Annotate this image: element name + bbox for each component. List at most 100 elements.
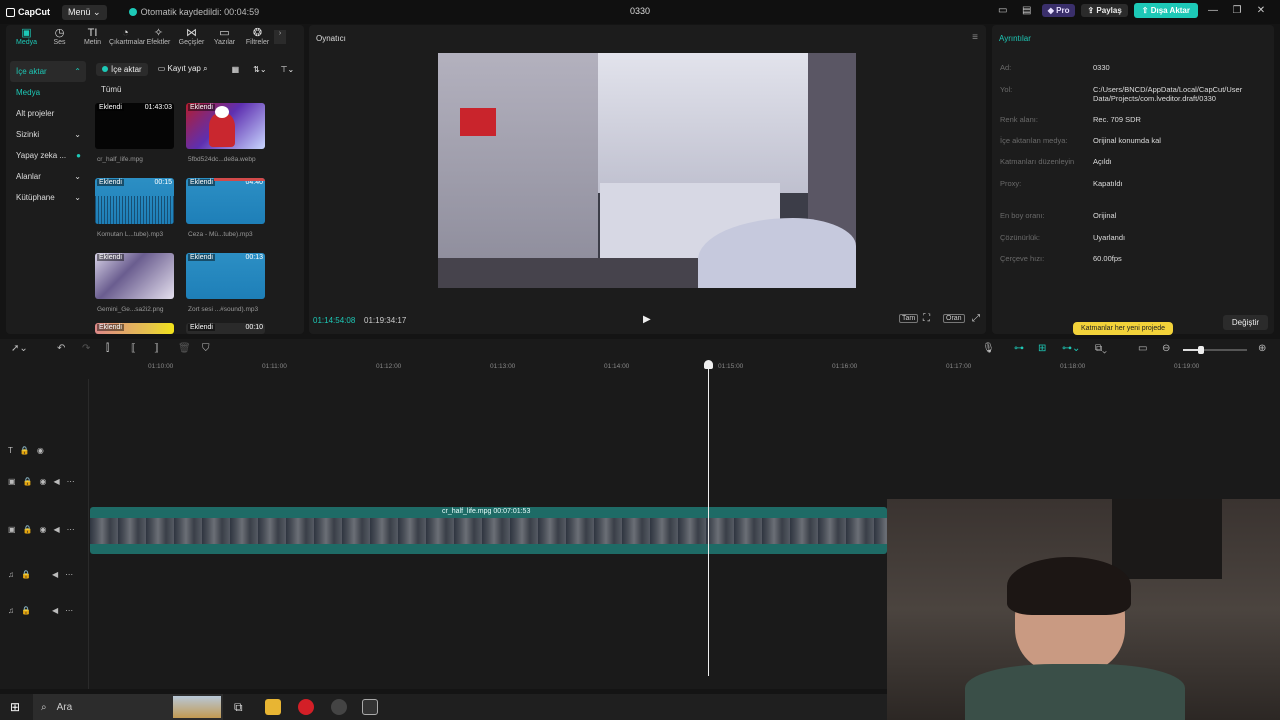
zoom-in-icon[interactable]: ⊕ (1258, 343, 1266, 354)
media-item[interactable]: Eklendi (95, 253, 174, 299)
lock-icon[interactable]: 🔒 (21, 606, 31, 615)
main-track-link-icon[interactable]: ⊶ (1014, 343, 1024, 354)
grid-view-icon[interactable]: ▦ (228, 63, 244, 76)
sidebar-item-subprojects[interactable]: Alt projeler (10, 103, 86, 124)
tab-transitions[interactable]: ⋈ Geçişler (175, 25, 208, 51)
detail-value: Orijinal konumda kal (1093, 136, 1161, 145)
eye-icon[interactable]: ◉ (40, 477, 47, 486)
taskbar-search[interactable]: ⌕ Ara (33, 694, 223, 720)
full-quality-button[interactable]: Tam (899, 314, 919, 323)
speaker-icon[interactable]: ◀ (52, 570, 58, 579)
tab-audio[interactable]: ◷ Ses (43, 25, 76, 51)
windows-start-icon[interactable]: ⊞ (10, 700, 20, 714)
speaker-icon[interactable]: ◀ (54, 477, 60, 486)
task-view-icon[interactable]: ⧉ (234, 700, 243, 715)
menu-button[interactable]: Menü ⌄ (62, 4, 107, 20)
more-icon[interactable]: ⋯ (67, 525, 75, 534)
pro-button[interactable]: ◆ Pro (1041, 4, 1076, 17)
delete-icon[interactable]: 🗑 (178, 343, 191, 354)
select-tool-icon[interactable]: ➚⌄ (11, 343, 28, 354)
speaker-icon[interactable]: ◀ (54, 525, 60, 534)
media-item[interactable]: Eklendi 00:10 (186, 323, 265, 334)
media-item[interactable]: Eklendi (186, 103, 265, 149)
split-left-icon[interactable]: ⟦ (131, 343, 136, 354)
import-button[interactable]: İçe aktar (96, 62, 148, 76)
tab-media[interactable]: ▣ Medya (10, 25, 43, 51)
split-icon[interactable]: ⫿ (106, 343, 109, 354)
sidebar-item-spaces[interactable]: Alanlar ⌄ (10, 166, 86, 187)
added-badge: Eklendi (188, 254, 215, 261)
media-item[interactable]: Eklendi 04:40 (186, 178, 265, 224)
lock-icon[interactable]: 🔒 (23, 477, 33, 486)
linkage-icon[interactable]: ⊶⌄ (1062, 343, 1080, 354)
video-preview[interactable] (438, 53, 856, 288)
layout-icon[interactable]: ▭ (994, 5, 1012, 16)
player-menu-icon[interactable]: ≡ (972, 32, 978, 43)
tab-stickers[interactable]: ◔ Çıkartmalar (109, 25, 145, 51)
sidebar-item-media[interactable]: Medya (10, 82, 86, 103)
undo-icon[interactable]: ↶ (57, 343, 65, 354)
auto-snap-icon[interactable]: ⊞ (1038, 343, 1046, 354)
minimize-icon[interactable]: — (1204, 5, 1222, 16)
restore-icon[interactable]: ❐ (1228, 5, 1246, 16)
more-icon[interactable]: ⋯ (67, 477, 75, 486)
fullscreen-icon[interactable]: ⤢ (972, 313, 980, 324)
change-button[interactable]: Değiştir (1222, 315, 1268, 330)
microphone-icon[interactable]: 🎙 (982, 343, 995, 354)
audio-track-icon: ♫ (8, 606, 14, 615)
redo-icon[interactable]: ↷ (82, 343, 90, 354)
caption-icon[interactable]: ▭ (1138, 343, 1147, 354)
media-item[interactable]: Eklendi 00:15 (95, 178, 174, 224)
lock-icon[interactable]: 🔒 (21, 570, 31, 579)
speaker-icon[interactable]: ◀ (52, 606, 58, 615)
sidebar-item-import[interactable]: İçe aktar ⌃ (10, 61, 86, 82)
obs-icon[interactable] (331, 699, 347, 715)
play-button[interactable]: ▶ (643, 314, 651, 325)
sort-icon[interactable]: ⇅⌄ (249, 63, 270, 76)
close-icon[interactable]: ✕ (1252, 5, 1270, 16)
record-button[interactable]: ▭ Kayıt yap ⌕ (154, 62, 212, 76)
eye-icon[interactable]: ◉ (40, 525, 47, 534)
screenshot-icon[interactable]: ⛶ (923, 313, 930, 324)
sidebar-item-yours[interactable]: Sizinki ⌄ (10, 124, 86, 145)
media-item[interactable]: Eklendi 01:43:03 (95, 103, 174, 149)
eye-icon[interactable]: ◉ (37, 446, 44, 455)
media-item[interactable]: Eklendi 00:13 (186, 253, 265, 299)
time-ruler[interactable]: 01:10:00 01:11:00 01:12:00 01:13:00 01:1… (89, 361, 1280, 375)
lock-icon[interactable]: 🔒 (20, 446, 30, 455)
tab-text[interactable]: TI Metin (76, 25, 109, 51)
sidebar-item-library[interactable]: Kütüphane ⌄ (10, 187, 86, 208)
tab-label: Efektler (146, 39, 171, 46)
sidebar-item-ai[interactable]: Yapay zeka ... ● (10, 145, 86, 166)
preview-axis-icon[interactable]: ⧉⌄ (1095, 343, 1107, 354)
split-right-icon[interactable]: ⟧ (154, 343, 159, 354)
more-tabs-button[interactable]: › (274, 30, 286, 44)
more-icon[interactable]: ⋯ (65, 606, 73, 615)
tab-captions[interactable]: ▭ Yazılar (208, 25, 241, 51)
export-button[interactable]: ⇧ Dışa Aktar (1133, 3, 1198, 18)
shortcuts-icon[interactable]: ▤ (1018, 5, 1036, 16)
more-icon[interactable]: ⋯ (65, 570, 73, 579)
zoom-slider[interactable] (1183, 346, 1247, 354)
tab-effects[interactable]: ✧ Efektler (142, 25, 175, 51)
opera-icon[interactable] (298, 699, 314, 715)
pro-label: Pro (1056, 6, 1070, 15)
zoom-out-icon[interactable]: ⊖ (1162, 343, 1170, 354)
video-clip[interactable]: cr_half_life.mpg 00:07:01:53 (90, 507, 887, 554)
capcut-taskbar-icon[interactable] (362, 699, 378, 715)
share-button[interactable]: ⇪ Paylaş (1081, 4, 1128, 17)
shield-icon[interactable]: ⛉ (202, 343, 210, 354)
track-divider (88, 379, 89, 689)
media-item[interactable]: Eklendi (95, 323, 174, 334)
tab-filters[interactable]: ❂ Filtreler (241, 25, 274, 51)
filter-icon[interactable]: ⊤⌄ (277, 63, 299, 76)
playhead[interactable] (708, 364, 709, 676)
app-name: CapCut (18, 7, 50, 17)
lock-icon[interactable]: 🔒 (23, 525, 33, 534)
share-icon: ⇪ (1087, 6, 1095, 15)
ratio-button[interactable]: Oran (943, 314, 965, 323)
file-explorer-icon[interactable] (265, 699, 281, 715)
added-badge: Eklendi (97, 104, 124, 111)
zoom-slider-handle[interactable] (1198, 346, 1204, 354)
webcam-hair (1007, 557, 1131, 615)
